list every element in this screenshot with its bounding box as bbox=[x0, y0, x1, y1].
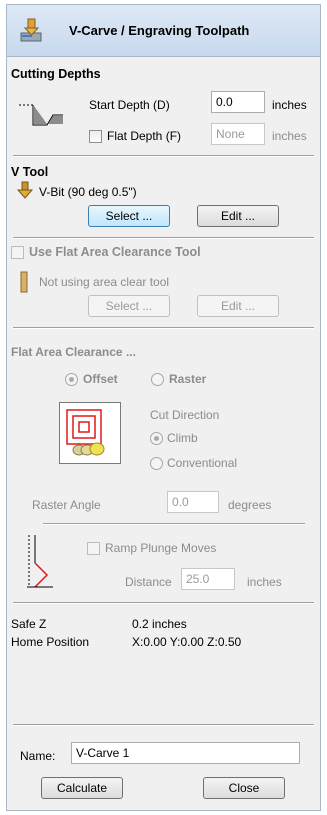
ramp-plunge-checkbox[interactable] bbox=[87, 542, 100, 555]
ramp-plunge-icon bbox=[27, 535, 53, 588]
start-depth-unit: inches bbox=[272, 98, 307, 112]
home-position-label: Home Position bbox=[11, 635, 90, 649]
panel-title: V-Carve / Engraving Toolpath bbox=[69, 23, 250, 38]
conventional-label: Conventional bbox=[167, 456, 238, 470]
offset-radio[interactable] bbox=[65, 373, 78, 386]
use-flat-area-tool-label: Use Flat Area Clearance Tool bbox=[29, 245, 201, 259]
end-mill-icon bbox=[20, 271, 28, 293]
separator bbox=[13, 237, 314, 239]
flat-depth-label: Flat Depth (F) bbox=[107, 129, 182, 143]
climb-radio[interactable] bbox=[150, 432, 163, 445]
cut-depth-diagram-icon bbox=[19, 104, 63, 126]
safe-z-label: Safe Z bbox=[11, 617, 47, 631]
v-tool-name: V-Bit (90 deg 0.5") bbox=[39, 185, 137, 199]
home-position-value: X:0.00 Y:0.00 Z:0.50 bbox=[132, 635, 242, 649]
flat-area-clearance-heading: Flat Area Clearance ... bbox=[11, 345, 136, 359]
start-depth-input[interactable]: 0.0 bbox=[211, 91, 265, 113]
name-label: Name: bbox=[20, 749, 56, 763]
ramp-plunge-label: Ramp Plunge Moves bbox=[105, 541, 217, 555]
separator bbox=[13, 724, 314, 726]
panel-header: V-Carve / Engraving Toolpath bbox=[7, 5, 320, 57]
raster-angle-input[interactable]: 0.0 bbox=[167, 491, 219, 513]
raster-radio[interactable] bbox=[151, 373, 164, 386]
v-tool-heading: V Tool bbox=[11, 165, 49, 179]
separator bbox=[13, 602, 314, 604]
flat-depth-input[interactable]: None bbox=[211, 123, 265, 145]
separator bbox=[13, 327, 314, 329]
cut-direction-label: Cut Direction bbox=[150, 408, 220, 422]
separator bbox=[13, 155, 314, 157]
flat-area-tool-status: Not using area clear tool bbox=[39, 275, 170, 289]
separator bbox=[43, 523, 305, 525]
ramp-distance-input[interactable]: 25.0 bbox=[181, 568, 235, 590]
v-tool-edit-button[interactable]: Edit ... bbox=[197, 205, 279, 227]
raster-label: Raster bbox=[169, 372, 207, 386]
flat-depth-checkbox[interactable] bbox=[89, 130, 102, 143]
use-flat-area-tool-checkbox[interactable] bbox=[11, 246, 24, 259]
climb-label: Climb bbox=[167, 431, 198, 445]
ramp-distance-unit: inches bbox=[247, 575, 282, 589]
toolpath-icon bbox=[20, 18, 42, 42]
safe-z-value: 0.2 inches bbox=[132, 617, 187, 631]
v-bit-icon bbox=[17, 181, 33, 199]
v-tool-select-button[interactable]: Select ... bbox=[88, 205, 170, 227]
start-depth-label: Start Depth (D) bbox=[89, 98, 170, 112]
cutting-depths-heading: Cutting Depths bbox=[11, 67, 101, 81]
offset-label: Offset bbox=[83, 372, 118, 386]
raster-angle-label: Raster Angle bbox=[32, 498, 101, 512]
close-button[interactable]: Close bbox=[203, 777, 285, 799]
toolpath-panel: V-Carve / Engraving Toolpath Cutting Dep… bbox=[6, 4, 321, 811]
toolpath-name-input[interactable]: V-Carve 1 bbox=[71, 742, 300, 764]
flat-depth-unit: inches bbox=[272, 129, 307, 143]
ramp-distance-label: Distance bbox=[125, 575, 172, 589]
calculate-button[interactable]: Calculate bbox=[41, 777, 123, 799]
flat-area-select-button[interactable]: Select ... bbox=[88, 295, 170, 317]
raster-angle-unit: degrees bbox=[228, 498, 272, 512]
offset-strategy-preview-icon bbox=[59, 402, 121, 464]
flat-area-edit-button[interactable]: Edit ... bbox=[197, 295, 279, 317]
conventional-radio[interactable] bbox=[150, 457, 163, 470]
